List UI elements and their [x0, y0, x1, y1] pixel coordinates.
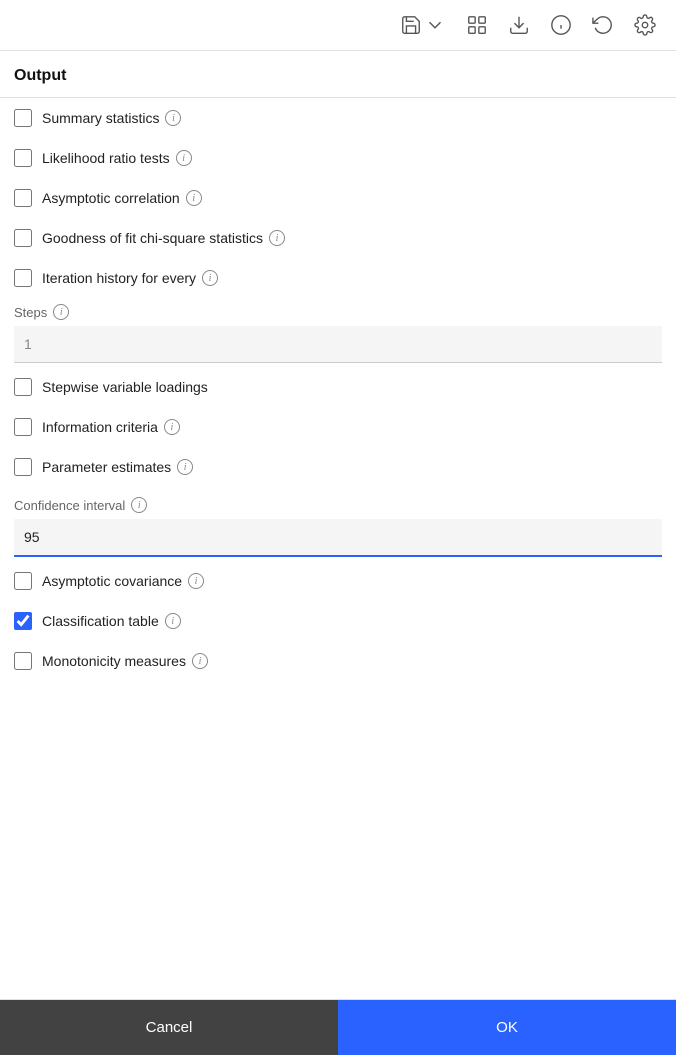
- settings-button[interactable]: [628, 10, 662, 40]
- monotonicity-measures-info-icon[interactable]: i: [192, 653, 208, 669]
- chevron-down-icon: [424, 14, 446, 36]
- asymptotic-covariance-row: Asymptotic covariance i: [0, 561, 676, 601]
- confidence-interval-label: Confidence interval i: [14, 497, 662, 513]
- summary-statistics-checkbox[interactable]: [14, 109, 32, 127]
- output-title: Output: [14, 67, 66, 84]
- save-button[interactable]: [394, 10, 452, 40]
- parameter-estimates-info-icon[interactable]: i: [177, 459, 193, 475]
- classification-table-label[interactable]: Classification table i: [42, 613, 181, 629]
- information-criteria-checkbox[interactable]: [14, 418, 32, 436]
- iteration-history-checkbox[interactable]: [14, 269, 32, 287]
- monotonicity-measures-checkbox[interactable]: [14, 652, 32, 670]
- confidence-interval-input[interactable]: [14, 519, 662, 557]
- parameter-estimates-row: Parameter estimates i: [0, 447, 676, 487]
- asymptotic-correlation-label[interactable]: Asymptotic correlation i: [42, 190, 202, 206]
- steps-label: Steps i: [14, 304, 662, 320]
- steps-input[interactable]: [14, 326, 662, 363]
- information-criteria-info-icon[interactable]: i: [164, 419, 180, 435]
- connect-button[interactable]: [460, 10, 494, 40]
- classification-table-checkbox[interactable]: [14, 612, 32, 630]
- steps-info-icon[interactable]: i: [53, 304, 69, 320]
- asymptotic-correlation-checkbox[interactable]: [14, 189, 32, 207]
- info-circle-icon: [550, 14, 572, 36]
- monotonicity-measures-label[interactable]: Monotonicity measures i: [42, 653, 208, 669]
- monotonicity-measures-row: Monotonicity measures i: [0, 641, 676, 681]
- classification-table-row: Classification table i: [0, 601, 676, 641]
- history-button[interactable]: [586, 10, 620, 40]
- download-button[interactable]: [502, 10, 536, 40]
- summary-statistics-row: Summary statistics i: [0, 98, 676, 138]
- information-criteria-row: Information criteria i: [0, 407, 676, 447]
- settings-icon: [634, 14, 656, 36]
- confidence-interval-info-icon[interactable]: i: [131, 497, 147, 513]
- output-header: Output: [0, 51, 676, 98]
- toolbar: [0, 0, 676, 51]
- asymptotic-correlation-info-icon[interactable]: i: [186, 190, 202, 206]
- footer: Cancel OK: [0, 999, 676, 1055]
- asymptotic-covariance-checkbox[interactable]: [14, 572, 32, 590]
- ok-button[interactable]: OK: [338, 1000, 676, 1055]
- download-icon: [508, 14, 530, 36]
- confidence-interval-section: Confidence interval i: [0, 487, 676, 561]
- goodness-of-fit-row: Goodness of fit chi-square statistics i: [0, 218, 676, 258]
- steps-section: Steps i: [0, 298, 676, 367]
- save-icon: [400, 14, 422, 36]
- likelihood-ratio-checkbox[interactable]: [14, 149, 32, 167]
- information-criteria-label[interactable]: Information criteria i: [42, 419, 180, 435]
- stepwise-variable-row: Stepwise variable loadings: [0, 367, 676, 407]
- likelihood-ratio-info-icon[interactable]: i: [176, 150, 192, 166]
- summary-statistics-info-icon[interactable]: i: [165, 110, 181, 126]
- stepwise-variable-label[interactable]: Stepwise variable loadings: [42, 379, 208, 395]
- main-content: Output Summary statistics i Likelihood r…: [0, 51, 676, 999]
- connect-icon: [466, 14, 488, 36]
- history-icon: [592, 14, 614, 36]
- summary-statistics-label[interactable]: Summary statistics i: [42, 110, 181, 126]
- goodness-of-fit-info-icon[interactable]: i: [269, 230, 285, 246]
- parameter-estimates-checkbox[interactable]: [14, 458, 32, 476]
- info-button[interactable]: [544, 10, 578, 40]
- iteration-history-label[interactable]: Iteration history for every i: [42, 270, 218, 286]
- classification-table-info-icon[interactable]: i: [165, 613, 181, 629]
- asymptotic-covariance-label[interactable]: Asymptotic covariance i: [42, 573, 204, 589]
- goodness-of-fit-label[interactable]: Goodness of fit chi-square statistics i: [42, 230, 285, 246]
- likelihood-ratio-row: Likelihood ratio tests i: [0, 138, 676, 178]
- likelihood-ratio-label[interactable]: Likelihood ratio tests i: [42, 150, 192, 166]
- parameter-estimates-label[interactable]: Parameter estimates i: [42, 459, 193, 475]
- goodness-of-fit-checkbox[interactable]: [14, 229, 32, 247]
- stepwise-variable-checkbox[interactable]: [14, 378, 32, 396]
- asymptotic-covariance-info-icon[interactable]: i: [188, 573, 204, 589]
- asymptotic-correlation-row: Asymptotic correlation i: [0, 178, 676, 218]
- iteration-history-info-icon[interactable]: i: [202, 270, 218, 286]
- iteration-history-row: Iteration history for every i: [0, 258, 676, 298]
- cancel-button[interactable]: Cancel: [0, 1000, 338, 1055]
